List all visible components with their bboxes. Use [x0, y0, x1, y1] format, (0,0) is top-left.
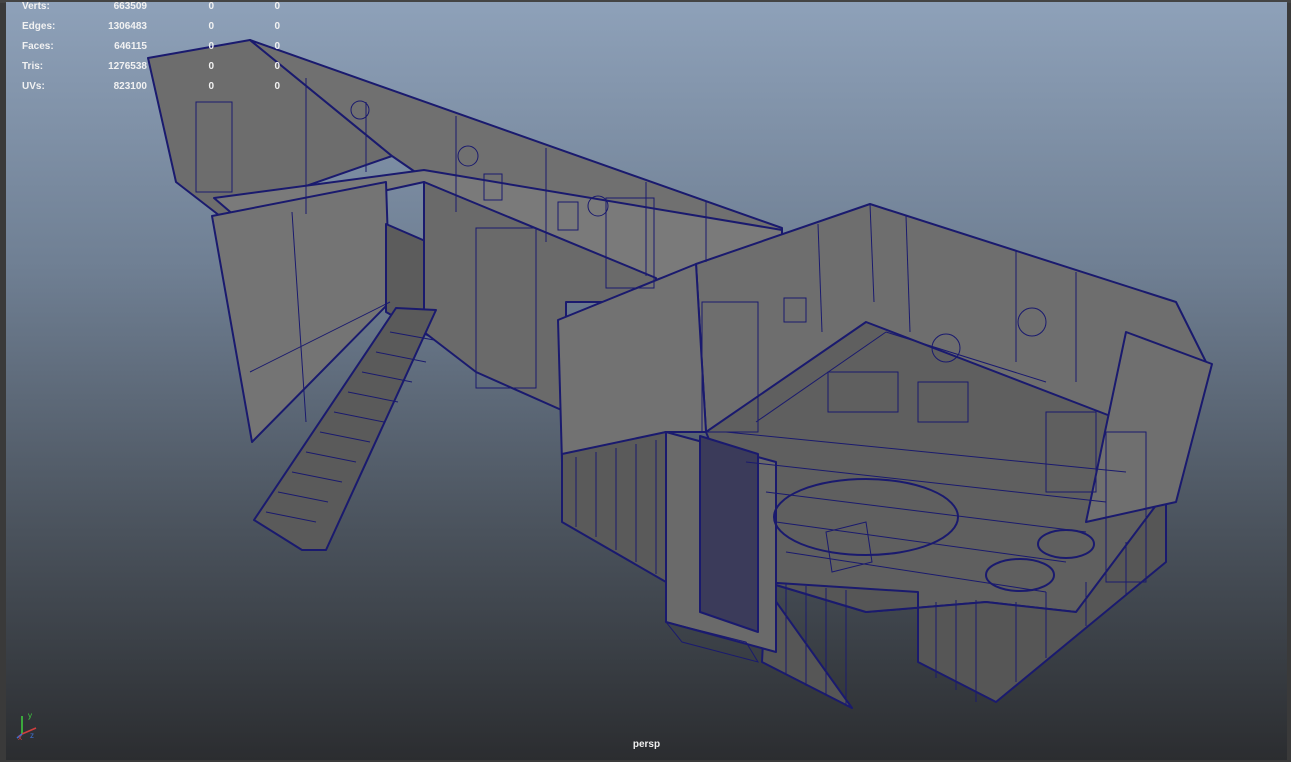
hud-selected-value: 0 — [208, 41, 214, 52]
axis-gizmo-icon: y x z — [16, 711, 37, 740]
hud-label: Edges: — [22, 21, 56, 32]
hud-row-edges: Edges: 1306483 0 0 — [22, 19, 282, 39]
hud-value: 646115 — [114, 41, 147, 52]
hud-triangle-value: 0 — [274, 21, 280, 32]
hud-triangle-value: 0 — [274, 61, 280, 72]
perspective-viewport[interactable]: Verts: 663509 0 0 Edges: 1306483 0 0 Fac… — [6, 2, 1287, 760]
hud-value: 663509 — [113, 2, 147, 12]
hud-row-verts: Verts: 663509 0 0 — [22, 2, 282, 19]
hud-label: Tris: — [22, 61, 44, 72]
hud-value: 1276538 — [108, 61, 147, 72]
hud-label: Faces: — [22, 41, 54, 52]
axis-y-label: y — [28, 711, 32, 720]
hud-row-tris: Tris: 1276538 0 0 — [22, 59, 282, 79]
hud-row-faces: Faces: 646115 0 0 — [22, 39, 282, 59]
hud-selected-value: 0 — [208, 2, 214, 12]
camera-name-label: persp — [632, 739, 661, 750]
hud-triangle-value: 0 — [274, 81, 280, 92]
hud-value: 823100 — [113, 81, 147, 92]
hud-triangle-value: 0 — [274, 41, 280, 52]
hud-selected-value: 0 — [208, 81, 214, 92]
front-door — [699, 435, 759, 633]
hud-row-uvs: UVs: 823100 0 0 — [22, 79, 282, 99]
hud-selected-value: 0 — [208, 21, 214, 32]
hud-selected-value: 0 — [208, 61, 214, 72]
hud-triangle-value: 0 — [274, 2, 280, 12]
hud-label: UVs: — [22, 81, 45, 92]
poly-count-hud: Verts: 663509 0 0 Edges: 1306483 0 0 Fac… — [22, 2, 282, 102]
front-wainscot-left — [561, 431, 667, 583]
hud-value: 1306483 — [108, 21, 147, 32]
scene-wireframe-model[interactable] — [6, 2, 1287, 760]
hud-label: Verts: — [22, 2, 50, 12]
